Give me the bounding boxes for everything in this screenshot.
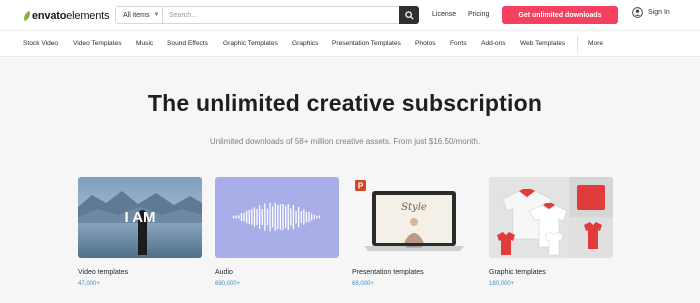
- hero-subtitle: Unlimited downloads of 58+ million creat…: [209, 137, 481, 146]
- video-overlay-text: I AM: [124, 209, 155, 226]
- card-label: Audio: [215, 269, 233, 276]
- waveform-bar: [282, 203, 284, 231]
- waveform-bar: [298, 206, 300, 228]
- nav-item-sound-effects[interactable]: Sound Effects: [167, 40, 208, 47]
- search-bar: All items ▼: [115, 6, 419, 24]
- waveform-bar: [261, 209, 263, 225]
- category-card-presentation-templates[interactable]: P Style Presentation templates 68,000+: [352, 177, 476, 287]
- search-input[interactable]: [163, 7, 418, 23]
- waveform-bar: [251, 209, 253, 225]
- waveform-bar: [300, 211, 302, 223]
- envato-elements-logo[interactable]: envato elements: [21, 9, 110, 23]
- nav-item-web-templates[interactable]: Web Templates: [520, 40, 565, 47]
- waveform-bar: [287, 203, 289, 231]
- waveform-icon: [233, 202, 321, 232]
- presentation-templates-thumbnail: P Style: [352, 177, 476, 258]
- category-nav: Stock Video Video Templates Music Sound …: [0, 30, 700, 57]
- waveform-bar: [243, 212, 245, 222]
- waveform-bar: [233, 215, 235, 219]
- pricing-link[interactable]: Pricing: [468, 11, 489, 18]
- logo-text-elements: elements: [66, 10, 110, 22]
- waveform-bar: [308, 211, 310, 223]
- nav-item-photos[interactable]: Photos: [415, 40, 436, 47]
- waveform-bar: [295, 210, 297, 224]
- search-category-label: All items: [123, 11, 150, 19]
- nav-item-graphics[interactable]: Graphics: [292, 40, 318, 47]
- waveform-bar: [313, 214, 315, 220]
- category-card-graphic-templates[interactable]: Graphic templates 180,000+: [489, 177, 613, 287]
- waveform-bar: [253, 207, 256, 227]
- audio-thumbnail: [215, 177, 339, 258]
- video-templates-thumbnail: I AM: [78, 177, 202, 258]
- waveform-bar: [305, 211, 308, 223]
- waveform-bar: [274, 202, 276, 232]
- waveform-bar: [264, 203, 266, 231]
- nav-item-music[interactable]: Music: [136, 40, 153, 47]
- waveform-bar: [279, 204, 282, 231]
- waveform-bar: [318, 215, 321, 219]
- waveform-bar: [303, 209, 305, 225]
- waveform-bar: [248, 210, 250, 224]
- card-count: 68,000+: [352, 281, 374, 287]
- sign-in-button[interactable]: Sign In: [632, 7, 670, 18]
- hero-title: The unlimited creative subscription: [147, 90, 543, 116]
- nav-item-more[interactable]: More: [588, 40, 603, 47]
- waveform-bar: [269, 202, 271, 232]
- card-label: Video templates: [78, 269, 129, 276]
- nav-divider: [577, 36, 578, 53]
- waveform-bar: [235, 215, 237, 219]
- card-count: 180,000+: [489, 281, 515, 287]
- waveform-bar: [246, 210, 248, 224]
- get-unlimited-downloads-button[interactable]: Get unlimited downloads: [502, 6, 618, 24]
- waveform-bar: [240, 212, 243, 222]
- search-button[interactable]: [399, 6, 419, 24]
- user-icon: [632, 7, 643, 18]
- nav-item-graphic-templates[interactable]: Graphic Templates: [223, 40, 278, 47]
- category-card-audio[interactable]: Audio 690,000+: [215, 177, 339, 287]
- nav-item-video-templates[interactable]: Video Templates: [73, 40, 122, 47]
- card-label: Graphic templates: [489, 269, 546, 276]
- card-label: Presentation templates: [352, 269, 424, 276]
- sign-in-label: Sign In: [648, 9, 670, 16]
- category-card-video-templates[interactable]: I AM Video templates 47,000+: [78, 177, 202, 287]
- leaf-icon: [21, 10, 33, 22]
- slide-style-text: Style: [401, 202, 427, 213]
- tshirt-mockup-image: [489, 177, 613, 258]
- waveform-bar: [259, 205, 261, 229]
- nav-item-fonts[interactable]: Fonts: [450, 40, 467, 47]
- waveform-bar: [277, 204, 279, 230]
- waveform-bar: [238, 215, 240, 219]
- waveform-bar: [290, 208, 292, 226]
- waveform-bar: [316, 215, 318, 219]
- mountain-lake-image: I AM: [78, 177, 202, 258]
- logo-text-envato: envato: [32, 10, 67, 22]
- waveform-bar: [285, 205, 287, 229]
- chevron-down-icon: ▼: [153, 12, 160, 18]
- license-link[interactable]: License: [432, 11, 456, 18]
- waveform-bar: [292, 204, 295, 230]
- nav-item-presentation-templates[interactable]: Presentation Templates: [332, 40, 401, 47]
- graphic-templates-thumbnail: [489, 177, 613, 258]
- card-count: 47,000+: [78, 281, 100, 287]
- waveform-bar: [311, 213, 313, 221]
- powerpoint-badge-text: P: [358, 182, 364, 191]
- waveform-bar: [272, 206, 274, 228]
- waveform-bar: [266, 208, 269, 226]
- laptop-image: P Style: [355, 180, 464, 251]
- nav-item-stock-video[interactable]: Stock Video: [23, 40, 58, 47]
- card-count: 690,000+: [215, 281, 241, 287]
- waveform-bar: [256, 208, 258, 226]
- search-category-select[interactable]: All items ▼: [116, 7, 163, 23]
- search-icon: [404, 10, 414, 20]
- nav-item-add-ons[interactable]: Add-ons: [481, 40, 506, 47]
